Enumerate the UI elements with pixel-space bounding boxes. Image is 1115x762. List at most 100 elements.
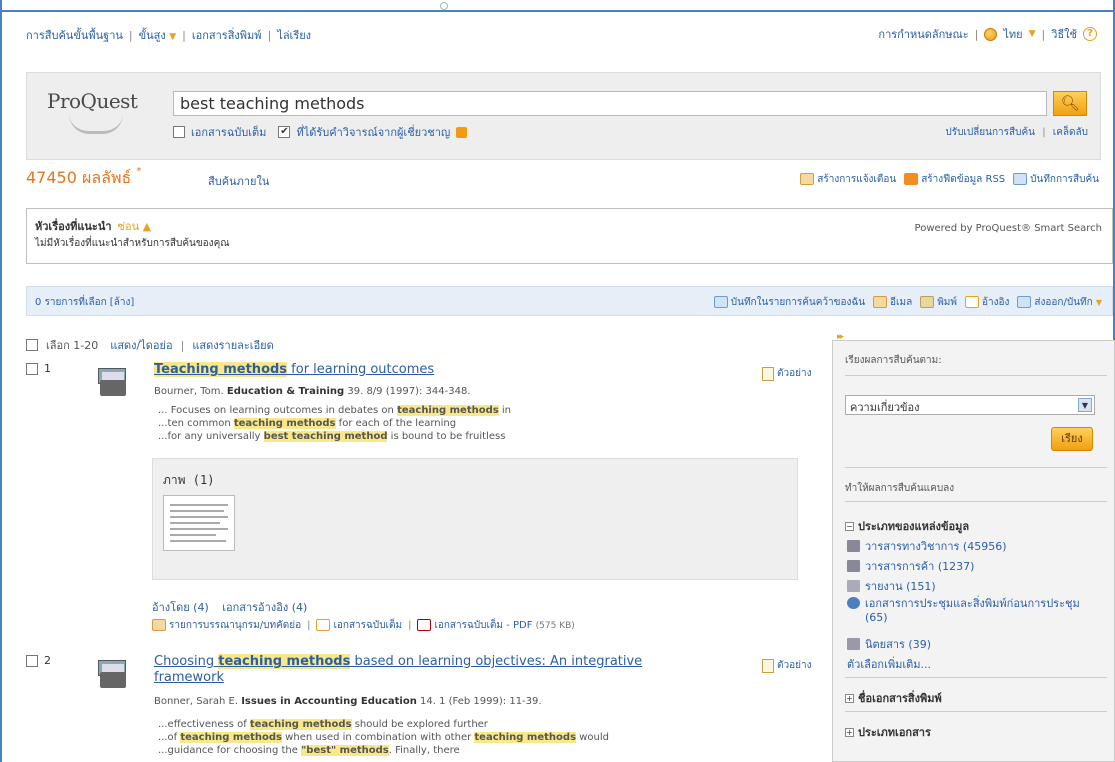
full-text-pdf-link[interactable]: เอกสารฉบับเต็ม - PDF (575 KB) — [417, 618, 575, 633]
proquest-logo[interactable]: ProQuest — [47, 89, 138, 134]
cited-by-link[interactable]: อ้างโดย (4) — [152, 601, 209, 614]
search-within-link[interactable]: สืบค้นภายใน — [208, 172, 269, 190]
fulltext-checkbox[interactable] — [173, 126, 185, 138]
facet-trade-journals[interactable]: วารสารการค้า (1237) — [847, 557, 974, 575]
cite-icon — [964, 296, 979, 308]
record-snippet: ... Focuses on learning outcomes in deba… — [158, 404, 511, 443]
select-all-checkbox[interactable] — [26, 339, 38, 351]
snippet-highlight: teaching methods — [180, 732, 282, 743]
window-edge-icon — [440, 2, 448, 10]
doc-type-group[interactable]: + ประเภทเอกสาร — [845, 723, 931, 741]
globe-icon — [984, 27, 998, 41]
record-author: Bourner, Tom. — [154, 386, 224, 397]
snippet-text: would — [576, 732, 609, 743]
snippet-line: ...ten common teaching methods for each … — [158, 417, 511, 430]
results-tools: สร้างการแจ้งเตือน สร้างฟีดข้อมูล RSS บัน… — [800, 172, 1099, 187]
hide-topics-link[interactable]: ซ่อน ▲ — [118, 220, 152, 233]
snippet-text: ...guidance for choosing the — [158, 745, 302, 756]
record-journal: Issues in Accounting Education — [241, 696, 417, 707]
record-citation-detail: 14. 1 (Feb 1999): 11-39. — [416, 696, 542, 707]
cite-button[interactable]: อ้างอิง — [964, 295, 1009, 310]
facet-scholarly-journals[interactable]: วารสารทางวิชาการ (45956) — [847, 537, 1007, 555]
sidebar-divider — [845, 467, 1107, 468]
top-navigation: การสืบค้นขั้นพื้นฐาน | ขั้นสูง ▼ | เอกสารสิ่… — [26, 26, 311, 44]
full-text-icon — [316, 619, 331, 631]
publication-title-label: ชื่อเอกสารสิ่งพิมพ์ — [858, 692, 942, 705]
detailed-view-link[interactable]: แสดงรายละเอียด — [192, 336, 273, 354]
create-alert-link[interactable]: สร้างการแจ้งเตือน — [800, 172, 896, 187]
sort-select[interactable]: ความเกี่ยวข้อง ▼ — [845, 395, 1095, 415]
peer-reviewed-label: ที่ได้รับคำวิจารณ์จากผู้เชี่ยวชาญ — [296, 126, 451, 139]
nav-browse[interactable]: ไล่เรียง — [277, 29, 311, 42]
help-link[interactable]: วิธีใช้ — [1051, 25, 1077, 43]
nav-separator: | — [1041, 27, 1046, 41]
window-top-edge — [0, 0, 1115, 12]
powered-by: Powered by ProQuest® Smart Search — [914, 223, 1102, 234]
search-panel: ProQuest 🔍︎ เอกสารฉบับเต็ม ✔ ที่ได้รับคำ… — [26, 72, 1101, 160]
facet-magazines[interactable]: นิตยสาร (39) — [847, 635, 931, 653]
sort-label: เรียงผลการสืบค้นตาม: — [845, 355, 942, 366]
save-search-link[interactable]: บันทึกการสืบค้น — [1013, 172, 1099, 187]
print-button[interactable]: พิมพ์ — [920, 295, 957, 310]
publication-title-group[interactable]: + ชื่อเอกสารสิ่งพิมพ์ — [845, 689, 942, 707]
modify-search-link[interactable]: ปรับเปลี่ยนการสืบค้น — [945, 127, 1035, 138]
conference-icon — [847, 597, 860, 609]
rss-icon — [904, 173, 919, 185]
trade-journal-icon — [847, 560, 860, 572]
save-to-research-button[interactable]: บันทึกในรายการค้นคว้าของฉัน — [713, 295, 865, 310]
facet-label: วารสารทางวิชาการ (45956) — [865, 540, 1007, 553]
selected-count-clear[interactable]: 0 รายการที่เลือก [ล้าง] — [35, 295, 134, 310]
info-icon[interactable] — [456, 126, 468, 138]
record-checkbox[interactable] — [26, 362, 38, 375]
fulltext-label: เอกสารฉบับเต็ม — [191, 126, 267, 139]
pdf-icon — [417, 619, 432, 631]
record-title-link[interactable]: Choosing teaching methods based on learn… — [154, 654, 699, 686]
preferences-link[interactable]: การกำหนดลักษณะ — [878, 25, 968, 43]
peer-reviewed-checkbox[interactable]: ✔ — [278, 126, 291, 138]
help-icon[interactable]: ? — [1083, 27, 1097, 41]
figures-box: ภาพ (1) — [152, 458, 798, 580]
record-number: 2 — [26, 654, 51, 667]
email-button[interactable]: อีเมล — [873, 295, 912, 310]
facet-reports[interactable]: รายงาน (151) — [847, 577, 936, 595]
nav-basic-search[interactable]: การสืบค้นขั้นพื้นฐาน — [26, 29, 123, 42]
abstract-link[interactable]: รายการบรรณานุกรม/บทคัดย่อ — [152, 618, 301, 633]
tips-link[interactable]: เคล็ดลับ — [1053, 127, 1088, 138]
references-link[interactable]: เอกสารอ้างอิง (4) — [222, 601, 307, 614]
full-text-label: เอกสารฉบับเต็ม — [333, 620, 403, 631]
facet-conference-papers[interactable]: เอกสารการประชุมและสิ่งพิมพ์ก่อนการประชุม… — [847, 597, 1092, 625]
preview-link[interactable]: ตัวอย่าง — [762, 366, 811, 381]
language-select[interactable]: ไทย — [1003, 25, 1022, 43]
nav-publications[interactable]: เอกสารสิ่งพิมพ์ — [192, 29, 262, 42]
snippet-highlight: teaching methods — [397, 405, 499, 416]
suggested-topics-empty: ไม่มีหัวเรื่องที่แนะนำสำหรับการสืบค้นของ… — [35, 238, 230, 249]
source-type-group[interactable]: − ประเภทของแหล่งข้อมูล — [845, 517, 969, 535]
nav-advanced-label: ขั้นสูง — [138, 29, 166, 42]
nav-advanced[interactable]: ขั้นสูง ▼ — [139, 29, 177, 42]
record-checkbox[interactable] — [26, 654, 38, 667]
preview-link[interactable]: ตัวอย่าง — [762, 658, 811, 673]
link-separator: | — [1042, 127, 1046, 138]
preview-label: ตัวอย่าง — [777, 368, 812, 379]
sidebar-divider — [845, 375, 1107, 376]
suggested-topics-header: หัวเรื่องที่แนะนำ ซ่อน ▲ — [35, 217, 151, 235]
record-title-link[interactable]: Teaching methods for learning outcomes — [154, 362, 699, 378]
snippet-text: ...ten common — [158, 418, 234, 429]
full-text-link[interactable]: เอกสารฉบับเต็ม — [316, 618, 402, 633]
more-options-link[interactable]: ตัวเลือกเพิ่มเติม... — [847, 655, 931, 673]
link-separator: | — [408, 620, 412, 631]
sidebar-divider — [845, 711, 1107, 712]
results-count: 47450 ผลลัพธ์ * — [26, 166, 141, 191]
print-label: พิมพ์ — [937, 297, 957, 308]
view-separator: | — [180, 338, 185, 352]
title-text: Choosing — [154, 654, 219, 669]
search-input[interactable] — [173, 91, 1047, 116]
pdf-size: (575 KB) — [535, 621, 575, 631]
sort-button[interactable]: เรียง — [1051, 427, 1093, 451]
search-button[interactable]: 🔍︎ — [1053, 91, 1087, 116]
nav-separator: | — [267, 29, 272, 42]
create-rss-link[interactable]: สร้างฟีดข้อมูล RSS — [904, 172, 1005, 187]
brief-view-link[interactable]: แสดง/ไดอย่อ — [110, 336, 172, 354]
export-button[interactable]: ส่งออก/บันทึก ▼ — [1017, 295, 1102, 310]
figure-thumbnail[interactable] — [163, 495, 235, 551]
